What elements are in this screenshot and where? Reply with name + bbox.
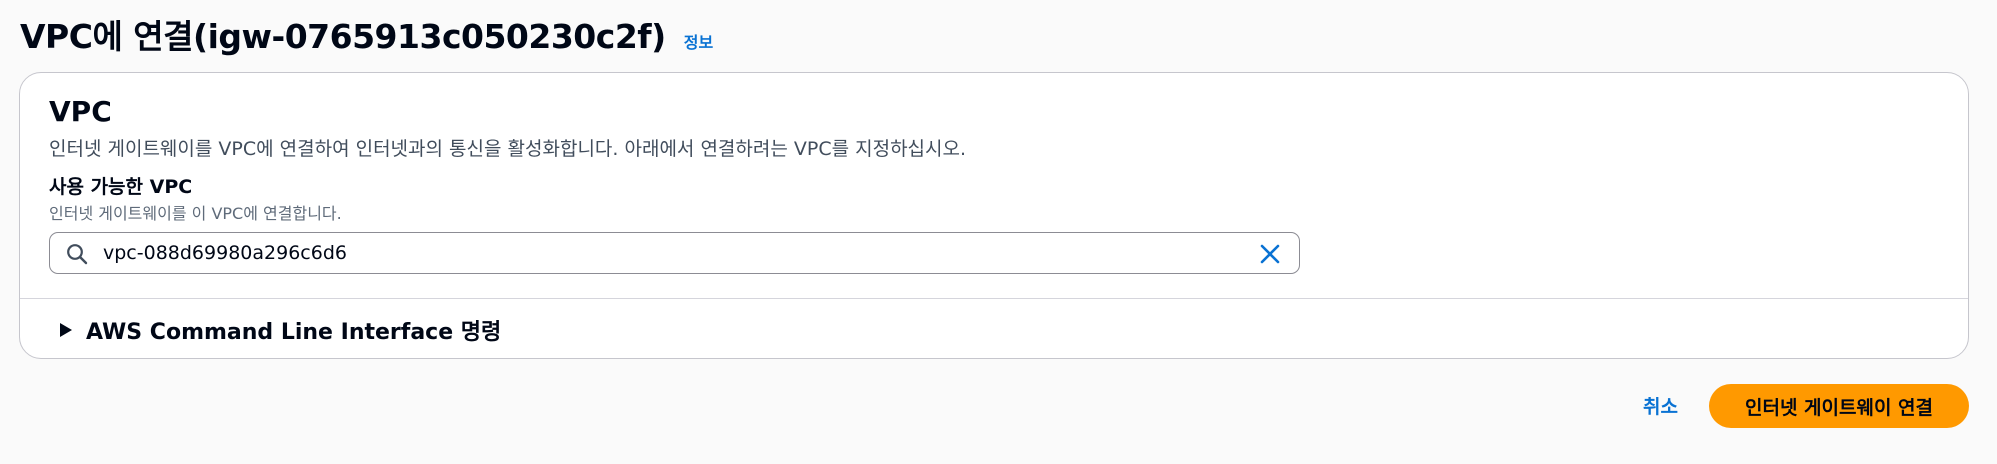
close-icon[interactable] xyxy=(1259,243,1281,265)
cancel-button[interactable]: 취소 xyxy=(1643,392,1678,419)
caret-right-icon xyxy=(60,323,72,337)
vpc-field-description: 인터넷 게이트웨이를 이 VPC에 연결합니다. xyxy=(49,204,342,223)
cli-command-expander[interactable]: AWS Command Line Interface 명령 xyxy=(60,314,501,346)
vpc-input-value[interactable]: vpc-088d69980a296c6d6 xyxy=(103,242,347,264)
panel-description: 인터넷 게이트웨이를 VPC에 연결하여 인터넷과의 통신을 활성화합니다. 아… xyxy=(49,138,967,160)
vpc-search-input[interactable]: vpc-088d69980a296c6d6 xyxy=(49,232,1300,274)
search-icon xyxy=(67,244,88,265)
attach-vpc-page: VPC에 연결(igw-0765913c050230c2f) 정보 VPC 인터… xyxy=(0,0,1997,464)
panel-divider xyxy=(20,298,1968,299)
info-link[interactable]: 정보 xyxy=(684,29,713,53)
panel-title: VPC xyxy=(49,95,112,128)
attach-internet-gateway-button[interactable]: 인터넷 게이트웨이 연결 xyxy=(1709,384,1969,428)
vpc-panel: VPC 인터넷 게이트웨이를 VPC에 연결하여 인터넷과의 통신을 활성화합니… xyxy=(19,72,1969,359)
page-header: VPC에 연결(igw-0765913c050230c2f) 정보 xyxy=(20,10,713,58)
vpc-field-label: 사용 가능한 VPC xyxy=(49,176,193,198)
cli-expander-label: AWS Command Line Interface 명령 xyxy=(86,320,502,345)
page-title: VPC에 연결(igw-0765913c050230c2f) xyxy=(20,17,666,56)
